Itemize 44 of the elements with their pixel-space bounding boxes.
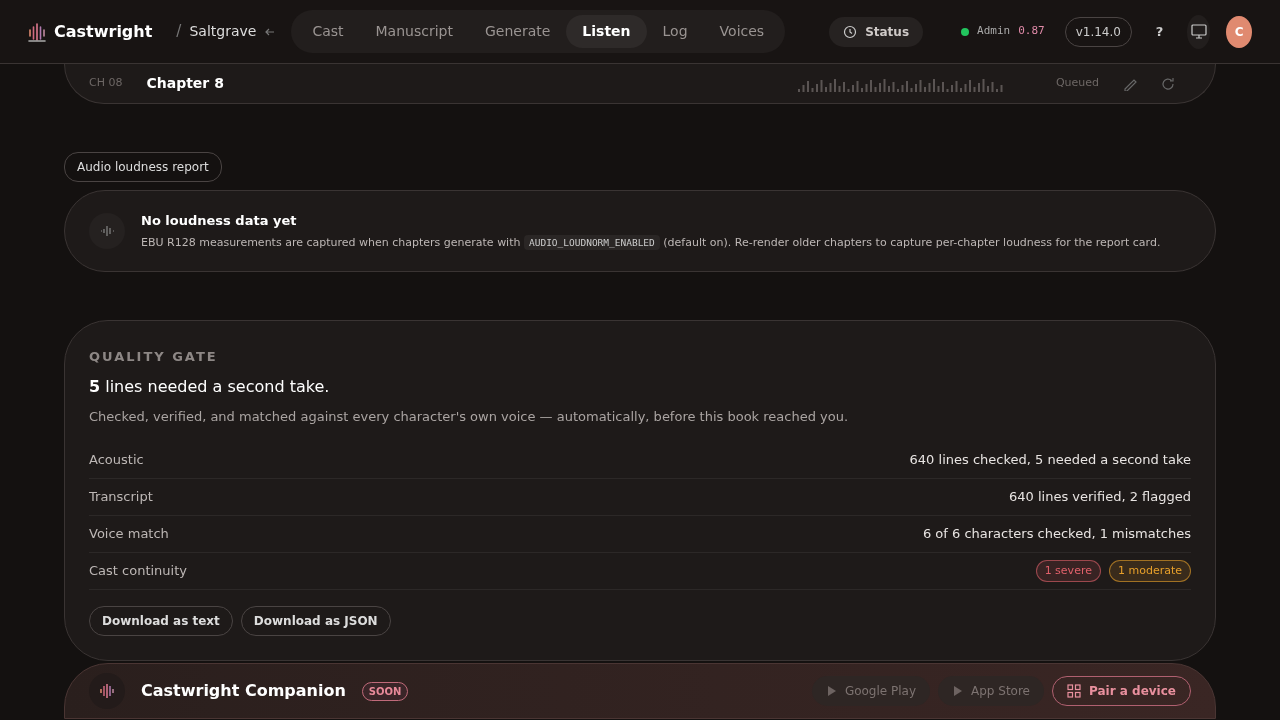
severity-tag: 1 severe <box>1035 559 1101 583</box>
logo-icon <box>99 683 115 699</box>
play-icon <box>825 685 837 697</box>
project-name[interactable]: Saltgrave <box>189 21 257 42</box>
soon-badge: SOON <box>361 681 409 701</box>
check-label: Acoustic <box>89 451 144 470</box>
check-label: Voice match <box>89 525 169 544</box>
breadcrumb-separator: / <box>176 21 182 43</box>
logo-icon <box>28 21 46 42</box>
display-button[interactable] <box>1187 14 1211 49</box>
check-label: Cast continuity <box>89 562 187 581</box>
quality-subtitle: Checked, verified, and matched against every character's own voice — automatically, before this book reached you. <box>89 407 850 426</box>
nav-tab[interactable]: Voices <box>703 15 781 48</box>
clock-icon <box>843 24 858 39</box>
refresh-icon[interactable] <box>1161 76 1175 91</box>
report-chip[interactable]: Audio loudness report <box>64 152 222 182</box>
nav-tab[interactable]: Manuscript <box>359 15 469 48</box>
nav-tab[interactable]: Generate <box>468 15 567 48</box>
play-icon <box>952 685 964 697</box>
monitor-icon <box>1190 24 1207 39</box>
check-label: Transcript <box>89 488 153 507</box>
check-result: 6 of 6 characters checked, 1 mismatches <box>922 525 1191 544</box>
chapter-status: Queued <box>1055 75 1099 92</box>
companion-title: Castwright Companion <box>141 680 346 702</box>
loudness-description: EBU R128 measurements are captured when chapters generate with AUDIO_LOUDNORM_ENABLED (default on). Re-render older chapters to capture per-chapter loudness for the report card. <box>141 234 1161 251</box>
back-arrow-icon[interactable] <box>264 26 276 37</box>
brand-name[interactable]: Castwright <box>54 19 153 44</box>
check-result: 640 lines verified, 2 flagged <box>1009 488 1191 507</box>
check-result: 640 lines checked, 5 needed a second take <box>909 451 1191 470</box>
nav-tab[interactable]: Cast <box>296 15 360 48</box>
grid-icon <box>1067 684 1081 698</box>
admin-value: 0.87 <box>1018 23 1045 40</box>
admin-label: Admin <box>977 23 1011 40</box>
section-label: QUALITY GATE <box>89 348 219 366</box>
nav-tab[interactable]: Listen <box>566 15 647 48</box>
status-button[interactable]: Status <box>829 16 924 47</box>
severity-tag: 1 moderate <box>1108 559 1191 583</box>
quality-headline: 5 lines needed a second take. <box>89 375 331 398</box>
waveform-icon <box>99 224 115 238</box>
help-button[interactable]: ? <box>1147 14 1172 49</box>
nav-tab[interactable]: Log <box>646 15 704 48</box>
chapter-number: CH 08 <box>89 75 123 92</box>
loudness-title: No loudness data yet <box>141 212 298 230</box>
chapter-title: Chapter 8 <box>146 74 224 93</box>
